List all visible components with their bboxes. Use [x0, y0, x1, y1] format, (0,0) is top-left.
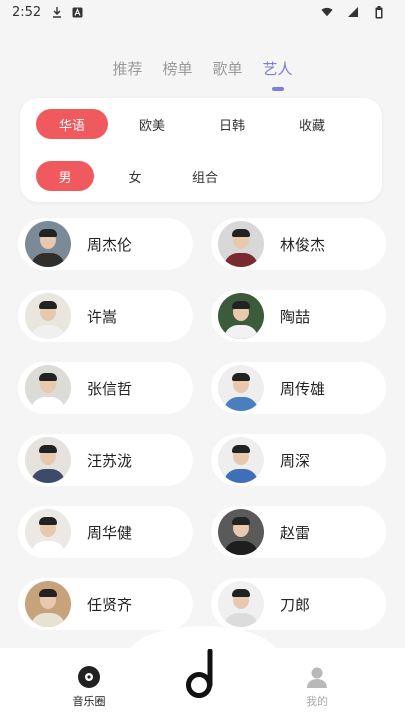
vinyl-disc-icon: [59, 664, 119, 690]
tab-1[interactable]: 榜单: [160, 56, 194, 81]
nav-mine-label: 我的: [306, 695, 328, 708]
artist-card[interactable]: 陶喆: [211, 290, 386, 342]
artist-name: 许嵩: [87, 307, 118, 326]
region-filter-chip[interactable]: 收藏: [276, 109, 348, 139]
artist-name: 周杰伦: [87, 235, 133, 254]
wifi-icon: [321, 6, 333, 18]
tab-3[interactable]: 艺人: [261, 56, 295, 81]
text-a-icon: [71, 6, 83, 18]
tab-2[interactable]: 歌单: [211, 56, 245, 81]
gender-filter-chip[interactable]: 男: [36, 161, 94, 191]
artist-name: 周深: [280, 451, 311, 470]
battery-icon: [373, 5, 385, 18]
bottom-nav: 音乐圈 我的: [0, 626, 405, 720]
artist-card[interactable]: 周华健: [18, 506, 193, 558]
artist-avatar: [25, 509, 71, 555]
center-play-button[interactable]: [176, 644, 228, 708]
artist-name: 任贤齐: [87, 595, 133, 614]
artist-card[interactable]: 汪苏泷: [18, 434, 193, 486]
artist-avatar: [218, 581, 264, 627]
artist-card[interactable]: 刀郎: [211, 578, 386, 630]
gender-filter-chip[interactable]: 女: [106, 161, 164, 191]
artist-card[interactable]: 张信哲: [18, 362, 193, 414]
artist-avatar: [218, 509, 264, 555]
artist-name: 赵雷: [280, 523, 311, 542]
nav-music-circle[interactable]: 音乐圈: [59, 664, 119, 709]
tab-0[interactable]: 推荐: [110, 56, 144, 81]
artist-avatar: [25, 581, 71, 627]
artist-card[interactable]: 周深: [211, 434, 386, 486]
artist-grid: 周杰伦 林俊杰许嵩 陶喆张信哲 周传雄汪苏泷 周深周华健 赵雷任贤齐 刀郎: [18, 218, 388, 630]
artist-card[interactable]: 周杰伦: [18, 218, 193, 270]
artist-avatar: [25, 221, 71, 267]
gender-filter-chip[interactable]: 组合: [176, 161, 234, 191]
artist-name: 陶喆: [280, 307, 311, 326]
top-tab-bar: 推荐 榜单 歌单 艺人: [0, 56, 405, 81]
artist-card[interactable]: 赵雷: [211, 506, 386, 558]
artist-name: 林俊杰: [280, 235, 326, 254]
status-time: 2:52: [12, 4, 42, 20]
region-filter-row: 华语 欧美 日韩 收藏: [36, 109, 366, 139]
status-bar: 2:52: [0, 0, 405, 24]
region-filter-chip[interactable]: 日韩: [196, 109, 268, 139]
artist-avatar: [218, 221, 264, 267]
artist-name: 刀郎: [280, 595, 311, 614]
artist-name: 汪苏泷: [87, 451, 133, 470]
artist-name: 周华健: [87, 523, 133, 542]
download-icon: [51, 6, 63, 18]
music-note-logo-icon: [184, 648, 220, 703]
artist-avatar: [25, 365, 71, 411]
nav-mine[interactable]: 我的: [287, 664, 347, 709]
user-profile-icon: [287, 664, 347, 690]
artist-avatar: [25, 293, 71, 339]
artist-avatar: [25, 437, 71, 483]
artist-card[interactable]: 任贤齐: [18, 578, 193, 630]
gender-filter-row: 男女组合: [36, 161, 366, 191]
region-filter-chip[interactable]: 华语: [36, 109, 108, 139]
artist-card[interactable]: 林俊杰: [211, 218, 386, 270]
artist-avatar: [218, 293, 264, 339]
nav-music-circle-label: 音乐圈: [72, 695, 106, 708]
artist-avatar: [218, 365, 264, 411]
artist-name: 张信哲: [87, 379, 133, 398]
filter-card: 华语 欧美 日韩 收藏 男女组合: [20, 98, 382, 202]
artist-card[interactable]: 许嵩: [18, 290, 193, 342]
artist-card[interactable]: 周传雄: [211, 362, 386, 414]
region-filter-chip[interactable]: 欧美: [116, 109, 188, 139]
artist-avatar: [218, 437, 264, 483]
artist-name: 周传雄: [280, 379, 326, 398]
signal-icon: [347, 6, 359, 18]
